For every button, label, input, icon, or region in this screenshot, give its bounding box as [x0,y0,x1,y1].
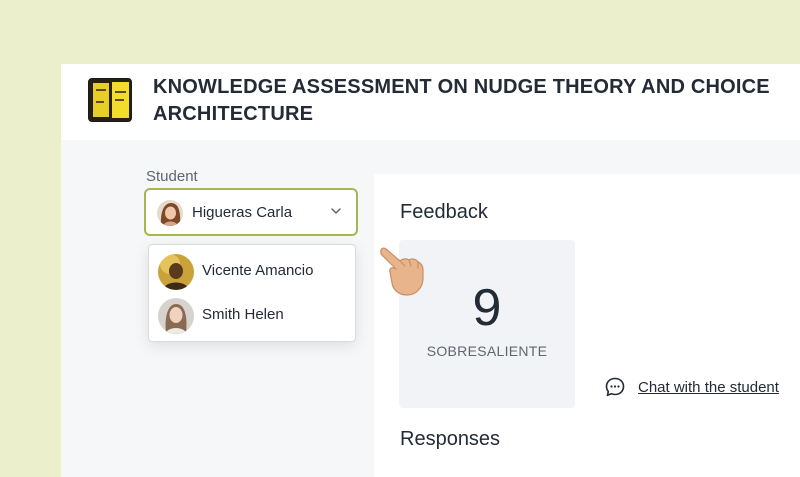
pointing-hand-icon [380,247,424,296]
page-title: KNOWLEDGE ASSESSMENT ON NUDGE THEORY AND… [153,76,770,125]
chevron-down-icon [331,208,341,214]
selected-student-name: Higueras Carla [192,204,293,221]
avatar-vicente-amancio [158,254,194,290]
main-panel: Feedback 9 SOBRESALIENTE Chat with the s… [374,174,800,477]
app-window: KNOWLEDGE ASSESSMENT ON NUDGE THEORY AND… [61,64,800,477]
chat-link-label: Chat with the student [638,379,779,396]
student-label: Student [146,168,198,185]
student-select[interactable]: Higueras Carla [144,188,358,236]
chat-bubble-icon [605,377,625,397]
student-dropdown-menu: Vicente Amancio Smith Helen [148,244,356,342]
feedback-heading: Feedback [400,201,488,223]
avatar-higueras-carla [157,200,183,226]
dropdown-option-vicente-amancio[interactable]: Vicente Amancio [149,250,355,294]
header: KNOWLEDGE ASSESSMENT ON NUDGE THEORY AND… [61,64,800,140]
grade-label: SOBRESALIENTE [426,343,548,359]
responses-heading: Responses [400,428,501,450]
avatar-smith-helen [158,298,194,334]
dropdown-option-label: Vicente Amancio [202,262,314,279]
dropdown-option-smith-helen[interactable]: Smith Helen [149,294,355,338]
book-cover-thumbnail-icon [88,78,132,122]
dropdown-option-label: Smith Helen [202,306,284,323]
